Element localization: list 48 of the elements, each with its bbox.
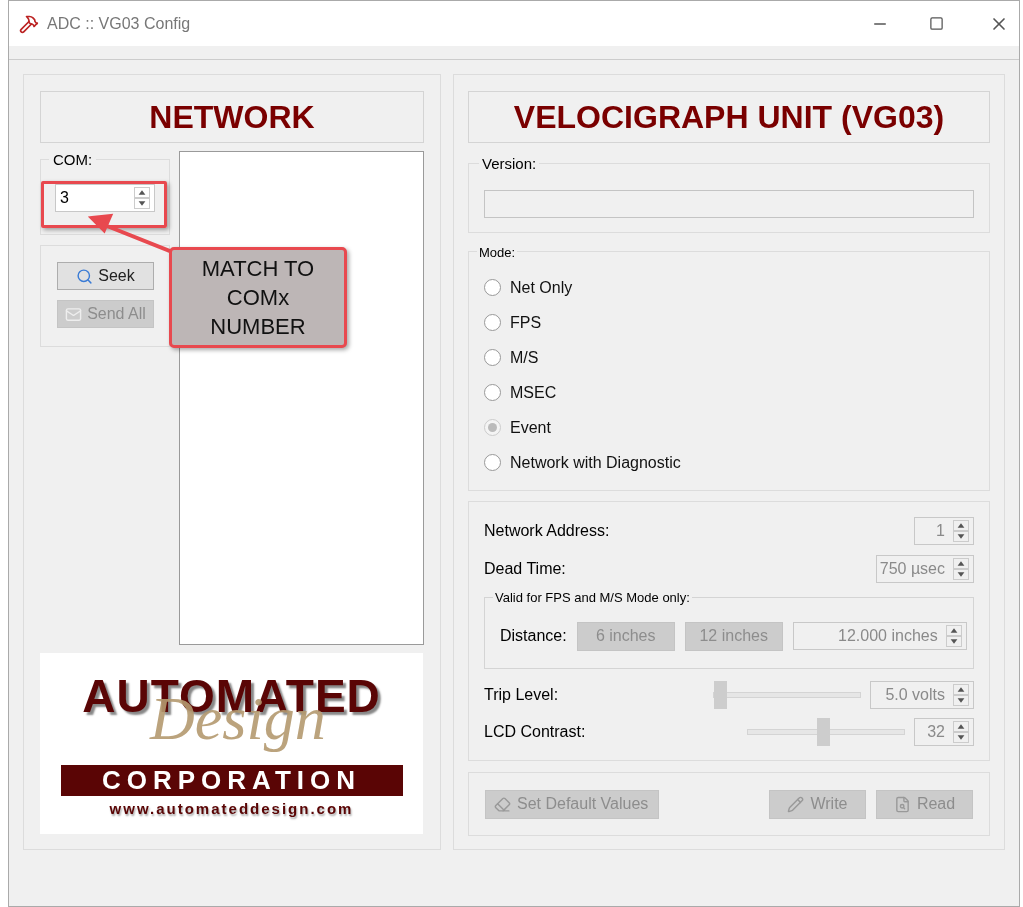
- com-spinbox[interactable]: 3: [55, 184, 155, 212]
- lcd-contrast-label: LCD Contrast:: [484, 722, 587, 742]
- logo-url: www.automateddesign.com: [109, 799, 354, 819]
- radio-label: MSEC: [510, 382, 557, 403]
- radio-button[interactable]: [484, 384, 501, 401]
- spin-value: 3: [59, 188, 70, 208]
- maximize-icon[interactable]: [929, 16, 944, 31]
- pencil-icon: [787, 795, 805, 813]
- callout-text: COMx: [226, 284, 290, 312]
- network-address-spinbox[interactable]: 1: [914, 517, 974, 545]
- logo-band: CORPORATION: [60, 765, 403, 796]
- slider-thumb[interactable]: [714, 681, 727, 709]
- radio-label: FPS: [510, 312, 542, 333]
- distance-spinbox[interactable]: 12.000 inches: [792, 622, 967, 650]
- network-address-label: Network Address:: [484, 521, 610, 541]
- trip-level-label: Trip Level:: [484, 685, 560, 705]
- radio-label: Net Only: [510, 277, 573, 298]
- preset-button[interactable]: 6 inches: [576, 621, 675, 651]
- dead-time-spinbox[interactable]: 750 µsec: [876, 555, 974, 583]
- eraser-icon: [494, 795, 511, 813]
- radio-label: Network with Diagnostic: [510, 452, 681, 473]
- window-title: ADC :: VG03 Config: [47, 13, 191, 34]
- search-icon: [76, 267, 94, 285]
- radio-label: Event: [510, 417, 551, 438]
- radio-button[interactable]: [484, 454, 501, 471]
- network-heading: NETWORK: [40, 91, 424, 143]
- unit-heading: VELOCIGRAPH UNIT (VG03): [468, 91, 990, 143]
- dead-time-label: Dead Time:: [484, 559, 566, 579]
- radio-button[interactable]: [484, 279, 501, 296]
- distance-label: Distance:: [500, 626, 567, 646]
- document-search-icon: [893, 795, 911, 813]
- app-icon: [19, 13, 39, 34]
- callout-text: NUMBER: [210, 313, 306, 341]
- spin-value: 12.000 inches: [837, 626, 939, 646]
- spin-value: 32: [926, 722, 946, 742]
- trip-level-spinbox[interactable]: 5.0 volts: [870, 681, 974, 709]
- radio-button[interactable]: [484, 349, 501, 366]
- radio-button[interactable]: [484, 314, 501, 331]
- radio-label: M/S: [510, 347, 539, 368]
- spin-value: 750 µsec: [878, 559, 946, 579]
- preset-button[interactable]: 12 inches: [684, 621, 783, 651]
- lcd-contrast-spinbox[interactable]: 32: [914, 718, 974, 746]
- spin-value: 5.0 volts: [884, 685, 946, 705]
- panel-button[interactable]: Seek: [57, 262, 154, 290]
- callout-text: MATCH TO: [201, 255, 315, 283]
- spin-value: 1: [935, 521, 946, 541]
- slider-thumb[interactable]: [816, 718, 830, 746]
- envelope-icon: [65, 305, 83, 323]
